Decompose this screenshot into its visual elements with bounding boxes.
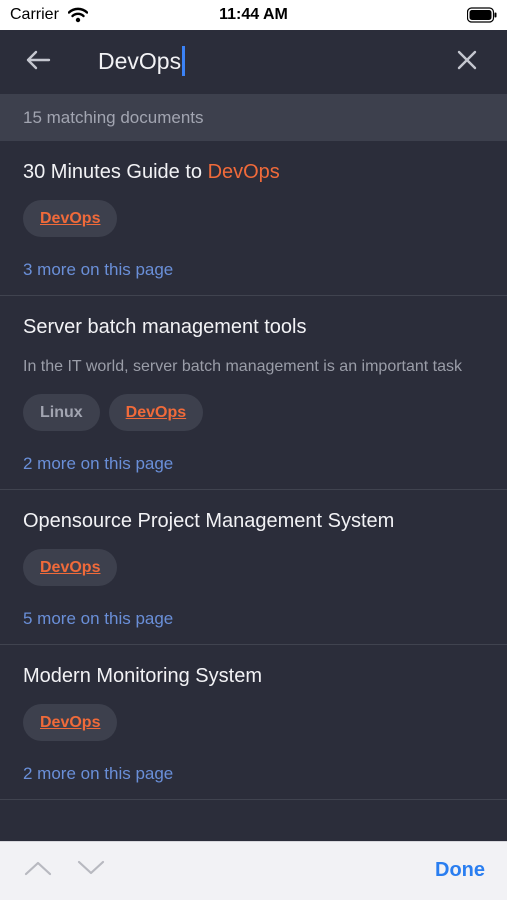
back-button[interactable] <box>22 46 54 78</box>
result-title-text: Opensource Project Management System <box>23 510 395 532</box>
result-title: Modern Monitoring System <box>23 662 484 690</box>
tag-list: DevOps <box>23 549 484 586</box>
tag-chip[interactable]: DevOps <box>108 394 204 431</box>
clear-search-button[interactable] <box>451 46 483 78</box>
chevron-up-icon <box>24 859 52 882</box>
tag-list: DevOps <box>23 200 484 237</box>
result-title: Opensource Project Management System <box>23 507 484 535</box>
close-icon <box>456 49 478 76</box>
search-query-text: DevOps <box>98 47 182 74</box>
chevron-down-icon <box>77 859 105 882</box>
tag-list: DevOps <box>23 704 484 741</box>
tag-chip[interactable]: DevOps <box>23 200 118 237</box>
battery-icon <box>466 7 497 23</box>
result-title-text: Modern Monitoring System <box>23 665 262 687</box>
tag-chip[interactable]: Linux <box>23 394 100 431</box>
bottom-toolbar: Done <box>0 841 507 900</box>
result-title-highlight: DevOps <box>207 161 280 183</box>
status-time: 11:44 AM <box>219 6 288 23</box>
tag-list: Linux DevOps <box>23 394 484 431</box>
status-bar: Carrier 11:44 AM <box>0 0 507 30</box>
search-header: DevOps <box>0 30 507 94</box>
results-list: 30 Minutes Guide to DevOps DevOps 3 more… <box>0 141 507 841</box>
result-item[interactable]: Modern Monitoring System DevOps 2 more o… <box>0 645 507 800</box>
more-matches-link[interactable]: 2 more on this page <box>23 763 484 799</box>
text-cursor <box>182 46 186 76</box>
search-input[interactable]: DevOps <box>98 44 186 78</box>
tag-chip[interactable]: DevOps <box>23 704 118 741</box>
results-count: 15 matching documents <box>0 94 507 141</box>
more-matches-link[interactable]: 2 more on this page <box>23 453 484 489</box>
result-title-text: 30 Minutes Guide to <box>23 161 208 183</box>
done-button[interactable]: Done <box>435 859 485 882</box>
result-title: 30 Minutes Guide to DevOps <box>23 158 484 186</box>
result-item[interactable]: Opensource Project Management System Dev… <box>0 490 507 645</box>
result-title: Server batch management tools <box>23 313 484 341</box>
result-snippet: In the IT world, server batch management… <box>23 358 463 375</box>
result-item[interactable]: 30 Minutes Guide to DevOps DevOps 3 more… <box>0 141 507 296</box>
tag-chip[interactable]: DevOps <box>23 549 118 586</box>
arrow-left-icon <box>25 49 51 76</box>
previous-match-button[interactable] <box>24 859 52 881</box>
result-item[interactable]: Server batch management tools In the IT … <box>0 296 507 490</box>
more-matches-link[interactable]: 3 more on this page <box>23 259 484 295</box>
next-match-button[interactable] <box>77 859 105 881</box>
result-title-text: Server batch management tools <box>23 316 307 338</box>
more-matches-link[interactable]: 5 more on this page <box>23 608 484 644</box>
